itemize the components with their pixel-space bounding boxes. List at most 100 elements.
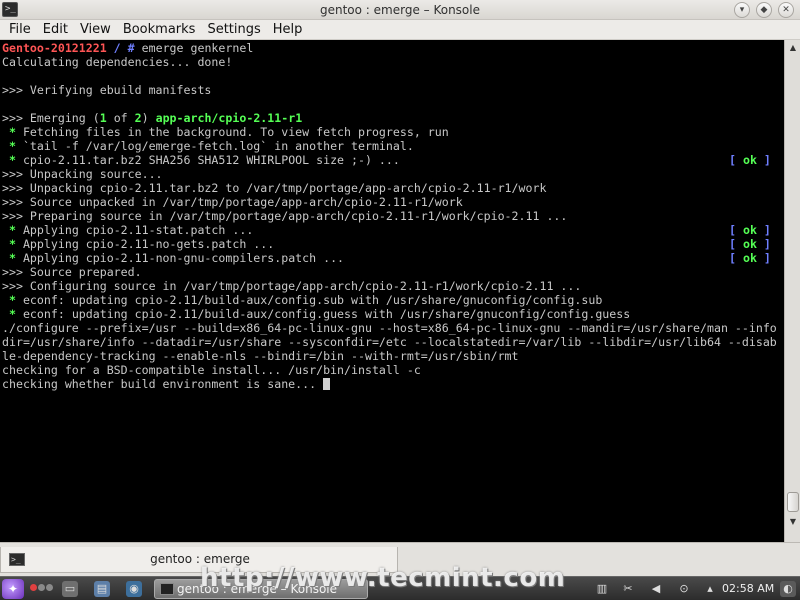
kde-menu-button[interactable]: ✦ [2,579,24,599]
ok-status: [ ok ] [729,237,771,251]
terminal-text: app-arch/cpio-2.11-r1 [155,111,303,125]
terminal-text: dir=/usr/share/info --datadir=/usr/share… [2,335,777,349]
terminal-line: * Applying cpio-2.11-stat.patch ... [2,223,253,237]
terminal-line: le-dependency-tracking --enable-nls --bi… [2,349,519,363]
menu-bar: File Edit View Bookmarks Settings Help [0,20,800,40]
ok-status-text: ] [756,223,771,237]
ok-status: [ ok ] [729,223,771,237]
terminal-text: * [2,139,23,153]
terminal-scrollbar[interactable]: ▲ ▼ [784,40,800,542]
terminal-text: * [2,223,23,237]
close-button[interactable]: ✕ [778,2,794,18]
terminal-line: >>> Unpacking source... [2,167,163,181]
terminal-text: ./configure --prefix=/usr --build=x86_64… [2,321,777,335]
terminal-text: >>> Source unpacked in /var/tmp/portage/… [2,195,463,209]
terminal-line: >>> Configuring source in /var/tmp/porta… [2,279,581,293]
title-bar[interactable]: >_ gentoo : emerge – Konsole ▾ ◆ ✕ [0,0,800,20]
terminal-output[interactable]: Gentoo-20121221 / # emerge genkernel Calc… [0,40,784,542]
menu-file[interactable]: File [4,20,36,40]
terminal-text: cpio-2.11.tar.bz2 SHA256 SHA512 WHIRLPOO… [22,153,400,167]
terminal-line: checking for a BSD-compatible install...… [2,363,421,377]
terminal-line: * econf: updating cpio-2.11/build-aux/co… [2,293,602,307]
ok-status-text: ] [756,251,771,265]
terminal-text: >>> Configuring source in /var/tmp/porta… [2,279,582,293]
ok-status-text: ok [742,223,757,237]
menu-view[interactable]: View [75,20,116,40]
terminal-line: * `tail -f /var/log/emerge-fetch.log` in… [2,139,414,153]
menu-edit[interactable]: Edit [38,20,73,40]
terminal-text: le-dependency-tracking --enable-nls --bi… [2,349,519,363]
terminal-text: * [2,307,23,321]
terminal-line: >>> Verifying ebuild manifests [2,83,211,97]
ok-status-text: ] [756,153,771,167]
menu-help[interactable]: Help [268,20,308,40]
desktop-pager[interactable] [30,584,54,594]
terminal-text: * [2,251,23,265]
browser-icon[interactable]: ◉ [126,581,142,597]
terminal-text: * [2,125,23,139]
ok-status: [ ok ] [729,251,771,265]
terminal-text: econf: updating cpio-2.11/build-aux/conf… [22,293,603,307]
terminal-line: >>> Unpacking cpio-2.11.tar.bz2 to /var/… [2,181,546,195]
ok-status-text: [ [729,251,743,265]
scrollbar-thumb[interactable] [787,492,799,512]
scroll-down-icon[interactable]: ▼ [787,516,799,528]
terminal-line: * cpio-2.11.tar.bz2 SHA256 SHA512 WHIRLP… [2,153,400,167]
terminal-text: econf: updating cpio-2.11/build-aux/conf… [22,307,631,321]
lock-screen-icon[interactable]: ◐ [780,581,796,597]
terminal-line: * Fetching files in the background. To v… [2,125,449,139]
maximize-icon: ◆ [760,5,768,15]
scroll-up-icon[interactable]: ▲ [787,42,799,54]
ok-status-text: [ [729,153,743,167]
terminal-text: 1 [99,111,107,125]
terminal-text: >>> Preparing source in /var/tmp/portage… [2,209,568,223]
terminal-line: dir=/usr/share/info --datadir=/usr/share… [2,335,777,349]
clipboard-icon[interactable]: ▥ [594,581,610,597]
terminal-text: `tail -f /var/log/emerge-fetch.log` in a… [22,139,414,153]
kde-logo-icon: ✦ [7,582,19,596]
ok-status-text: [ [729,237,743,251]
terminal-line: checking whether build environment is sa… [2,377,331,391]
terminal-text: >>> Verifying ebuild manifests [2,83,212,97]
pager-dot-icon [46,584,53,591]
terminal-text: * [2,293,23,307]
terminal-line: * Applying cpio-2.11-non-gnu-compilers.p… [2,251,344,265]
terminal-text: # [127,41,142,55]
menu-bookmarks[interactable]: Bookmarks [118,20,201,40]
network-icon[interactable]: ⊙ [676,581,692,597]
terminal-text: / [106,41,128,55]
volume-icon[interactable]: ◀ [648,581,664,597]
ok-status: [ ok ] [729,153,771,167]
konsole-window: >_ gentoo : emerge – Konsole ▾ ◆ ✕ File … [0,0,800,600]
terminal-text: emerge genkernel [141,41,254,55]
terminal-text: Fetching files in the background. To vie… [22,125,449,139]
ok-status-text: ok [742,251,757,265]
terminal-line: >>> Source prepared. [2,265,142,279]
file-manager-icon[interactable]: ▤ [94,581,110,597]
desktop-icon[interactable]: ▭ [62,581,78,597]
terminal-text: >>> Unpacking source... [2,167,163,181]
terminal-text: Calculating dependencies... done! [2,55,233,69]
terminal-text: >>> Source prepared. [2,265,142,279]
terminal-text: * [2,237,23,251]
minimize-button[interactable]: ▾ [734,2,750,18]
ok-status-text: ] [756,237,771,251]
maximize-button[interactable]: ◆ [756,2,772,18]
scissors-icon[interactable]: ✂ [620,581,636,597]
terminal-line: Calculating dependencies... done! [2,55,232,69]
terminal-text: ) [141,111,156,125]
menu-settings[interactable]: Settings [202,20,265,40]
terminal-text: checking for a BSD-compatible install...… [2,363,421,377]
terminal-text: 2 [134,111,142,125]
terminal-text: Gentoo-20121221 [2,41,107,55]
pager-dot-icon [30,584,37,591]
terminal-line: * econf: updating cpio-2.11/build-aux/co… [2,307,630,321]
terminal-line: * Applying cpio-2.11-no-gets.patch ... [2,237,274,251]
ok-status-text: ok [742,237,757,251]
terminal-text: Applying cpio-2.11-no-gets.patch ... [22,237,275,251]
terminal-text: >>> Unpacking cpio-2.11.tar.bz2 to /var/… [2,181,547,195]
clock[interactable]: 02:58 AM [722,577,774,600]
terminal-text: checking whether build environment is sa… [2,377,324,391]
terminal-line: >>> Emerging (1 of 2) app-arch/cpio-2.11… [2,111,302,125]
chevron-up-icon[interactable]: ▴ [702,581,718,597]
